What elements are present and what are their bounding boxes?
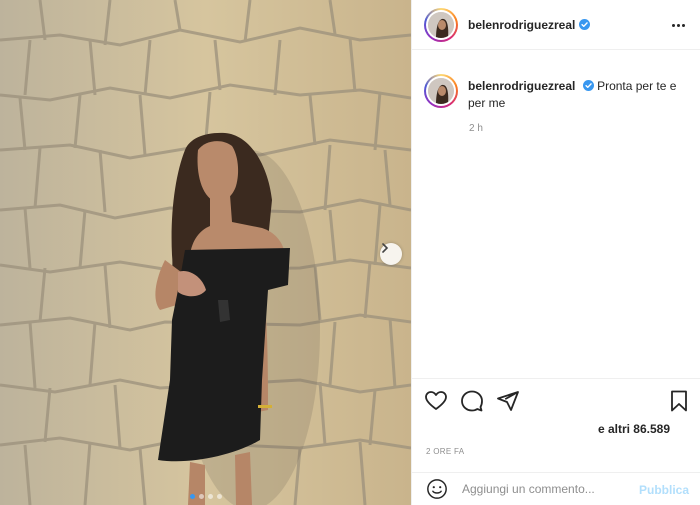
more-options-dot	[681, 23, 685, 27]
carousel-dot	[216, 494, 222, 499]
profile-photo-icon	[428, 11, 454, 38]
post-date[interactable]: 2 ORE FA	[426, 447, 464, 456]
carousel-dot	[198, 494, 204, 499]
avatar-border	[426, 9, 456, 40]
comment-input[interactable]	[462, 482, 632, 496]
paper-plane-icon[interactable]	[496, 389, 520, 413]
verified-badge-icon	[582, 80, 594, 91]
likes-count-text: e altri 86.589	[597, 422, 670, 436]
carousel-dot	[189, 494, 195, 499]
caption-username-link[interactable]: belenrodriguezreal	[468, 79, 575, 93]
avatar-image	[428, 78, 454, 104]
more-options-button[interactable]	[670, 17, 686, 33]
profile-photo-icon	[428, 78, 454, 104]
post-side-panel: belenrodriguezreal belenrodriguezreal Pr…	[411, 0, 700, 505]
avatar-image	[428, 11, 454, 38]
carousel-next-button[interactable]	[380, 243, 402, 265]
carousel-dot	[207, 494, 213, 499]
add-comment-bar: Pubblica	[412, 472, 700, 505]
smiley-icon[interactable]	[426, 478, 448, 500]
post-actions-bar	[412, 378, 700, 423]
chevron-right-icon	[382, 243, 389, 253]
publish-button[interactable]: Pubblica	[639, 483, 689, 497]
more-options-dot	[676, 23, 680, 27]
caption-text-block: belenrodriguezreal Pronta per te e per m…	[468, 78, 678, 112]
likes-count[interactable]: e altri 86.589	[598, 422, 670, 436]
comment-bubble-icon[interactable]	[460, 389, 484, 413]
post-photo[interactable]	[0, 0, 411, 505]
bookmark-icon[interactable]	[667, 389, 691, 413]
carousel-indicator	[0, 494, 411, 500]
avatar[interactable]	[424, 7, 458, 42]
heart-icon[interactable]	[424, 389, 448, 413]
caption-comment: belenrodriguezreal Pronta per te e per m…	[412, 50, 700, 112]
verified-badge-icon	[579, 19, 591, 30]
username-link[interactable]: belenrodriguezreal	[468, 18, 575, 32]
more-options-icon	[671, 23, 675, 27]
avatar-border	[426, 76, 456, 106]
post-header: belenrodriguezreal	[412, 0, 700, 50]
comment-timestamp[interactable]: 2 h	[469, 123, 483, 134]
photo-image	[0, 0, 411, 505]
avatar[interactable]	[424, 74, 458, 108]
